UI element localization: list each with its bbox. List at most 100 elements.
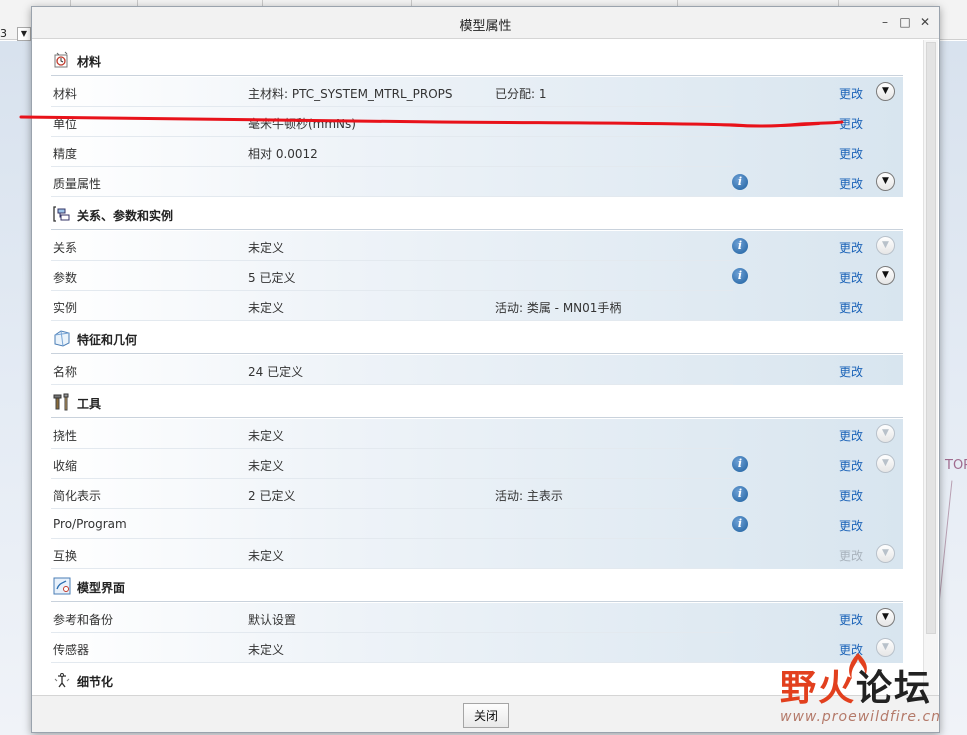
property-label: 传感器 (53, 643, 90, 657)
row-divider (51, 196, 733, 197)
change-link[interactable]: 更改 (839, 239, 863, 256)
change-link[interactable]: 更改 (839, 363, 863, 380)
property-label: 精度 (53, 147, 78, 161)
row-divider (51, 662, 733, 663)
property-value: 未定义 (248, 429, 285, 443)
background-number: 3 (0, 27, 7, 40)
section-header: 特征和几何 (51, 322, 903, 354)
chevron-down-icon[interactable]: ▼ (876, 172, 895, 191)
material-icon (53, 51, 71, 69)
property-row: 参数 5 已定义 i 更改 ▼ (51, 261, 903, 291)
info-icon[interactable]: i (732, 486, 748, 502)
dialog-footer: 关闭 (32, 695, 939, 732)
property-value: 未定义 (248, 549, 285, 563)
section-header: 材料 (51, 44, 903, 76)
change-link[interactable]: 更改 (839, 517, 863, 534)
info-icon[interactable]: i (732, 268, 748, 284)
section-header: 细节化 (51, 664, 903, 695)
model-interface-icon (53, 577, 71, 595)
maximize-icon[interactable]: □ (898, 15, 912, 29)
change-link[interactable]: 更改 (839, 299, 863, 316)
chevron-down-icon: ▼ (876, 236, 895, 255)
property-status: 已分配: 1 (495, 87, 547, 101)
property-row: Pro/Program i 更改 (51, 509, 903, 539)
vertical-scrollbar[interactable] (923, 40, 938, 695)
change-link[interactable]: 更改 (839, 611, 863, 628)
property-row: 传感器 未定义 更改 ▼ (51, 633, 903, 663)
relations-icon (53, 205, 71, 223)
change-link[interactable]: 更改 (839, 85, 863, 102)
close-icon[interactable]: ✕ (918, 15, 932, 29)
property-label: 挠性 (53, 429, 78, 443)
property-row: 精度 相对 0.0012 更改 (51, 137, 903, 167)
minimize-icon[interactable]: – (878, 15, 892, 29)
property-label: 单位 (53, 117, 78, 131)
change-link[interactable]: 更改 (839, 487, 863, 504)
info-icon[interactable]: i (732, 456, 748, 472)
property-value: 默认设置 (248, 613, 297, 627)
property-value: 未定义 (248, 241, 285, 255)
chevron-down-icon[interactable]: ▼ (876, 266, 895, 285)
property-label: Pro/Program (53, 517, 127, 531)
property-value: 2 已定义 (248, 489, 296, 503)
section-header: 工具 (51, 386, 903, 418)
property-row: 材料 主材料: PTC_SYSTEM_MTRL_PROPS 已分配: 1 更改 ▼ (51, 77, 903, 107)
chevron-down-icon: ▼ (876, 638, 895, 657)
property-label: 关系 (53, 241, 78, 255)
info-icon[interactable]: i (732, 516, 748, 532)
chevron-down-icon[interactable]: ▼ (876, 608, 895, 627)
section-title: 特征和几何 (77, 333, 138, 347)
property-row: 实例 未定义 活动: 类属 - MN01手柄 更改 (51, 291, 903, 321)
scrollbar-thumb[interactable] (926, 42, 936, 634)
info-icon[interactable]: i (732, 174, 748, 190)
section-title: 细节化 (77, 675, 114, 689)
properties-content: 材料 材料 主材料: PTC_SYSTEM_MTRL_PROPS 已分配: 1 更改 ▼ 单… (33, 40, 922, 695)
property-row: 互换 未定义 更改 ▼ (51, 539, 903, 569)
chevron-down-icon: ▼ (876, 424, 895, 443)
change-link: 更改 (839, 549, 864, 563)
property-value: 未定义 (248, 301, 285, 315)
change-link[interactable]: 更改 (839, 457, 863, 474)
property-value: 未定义 (248, 643, 285, 657)
change-link[interactable]: 更改 (839, 641, 863, 658)
info-icon[interactable]: i (732, 238, 748, 254)
dialog-title: 模型属性 (459, 19, 512, 34)
property-value: 24 已定义 (248, 365, 304, 379)
property-row: 收缩 未定义 i 更改 ▼ (51, 449, 903, 479)
property-value: 未定义 (248, 459, 285, 473)
change-link[interactable]: 更改 (839, 115, 863, 132)
close-button[interactable]: 关闭 (463, 703, 509, 728)
property-row: 关系 未定义 i 更改 ▼ (51, 231, 903, 261)
change-link[interactable]: 更改 (839, 269, 863, 286)
property-row: 参考和备份 默认设置 更改 ▼ (51, 603, 903, 633)
section-header: 关系、参数和实例 (51, 198, 903, 230)
property-row: 名称 24 已定义 更改 (51, 355, 903, 385)
chevron-down-icon[interactable]: ▼ (876, 82, 895, 101)
tools-icon (53, 393, 71, 411)
chevron-down-icon: ▼ (876, 454, 895, 473)
property-label: 互换 (53, 549, 78, 563)
change-link[interactable]: 更改 (839, 145, 863, 162)
dialog-titlebar[interactable]: 模型属性 – □ ✕ (32, 7, 939, 39)
section-header: 模型界面 (51, 570, 903, 602)
change-link[interactable]: 更改 (839, 427, 863, 444)
dropdown-arrow-icon[interactable]: ▼ (17, 27, 31, 41)
property-status: 活动: 类属 - MN01手柄 (495, 301, 622, 315)
property-value: 主材料: PTC_SYSTEM_MTRL_PROPS (248, 87, 453, 101)
property-row: 简化表示 2 已定义 活动: 主表示 i 更改 (51, 479, 903, 509)
property-row: 单位 毫米牛顿秒(mmNs) 更改 (51, 107, 903, 137)
property-row: 挠性 未定义 更改 ▼ (51, 419, 903, 449)
chevron-down-icon: ▼ (876, 544, 895, 563)
property-value: 5 已定义 (248, 271, 296, 285)
property-label: 参考和备份 (53, 613, 114, 627)
change-link[interactable]: 更改 (839, 175, 863, 192)
section-title: 关系、参数和实例 (77, 209, 174, 223)
section-title: 材料 (77, 55, 102, 69)
model-properties-dialog: 模型属性 – □ ✕ 材料 材料 主材料: PTC_SYSTEM_MTRL_PROP… (31, 6, 940, 733)
row-divider (51, 384, 733, 385)
view-tag: TOP (945, 458, 967, 473)
features-icon (53, 329, 71, 347)
property-label: 收缩 (53, 459, 78, 473)
property-row: 质量属性 i 更改 ▼ (51, 167, 903, 197)
property-value: 毫米牛顿秒(mmNs) (248, 117, 356, 131)
